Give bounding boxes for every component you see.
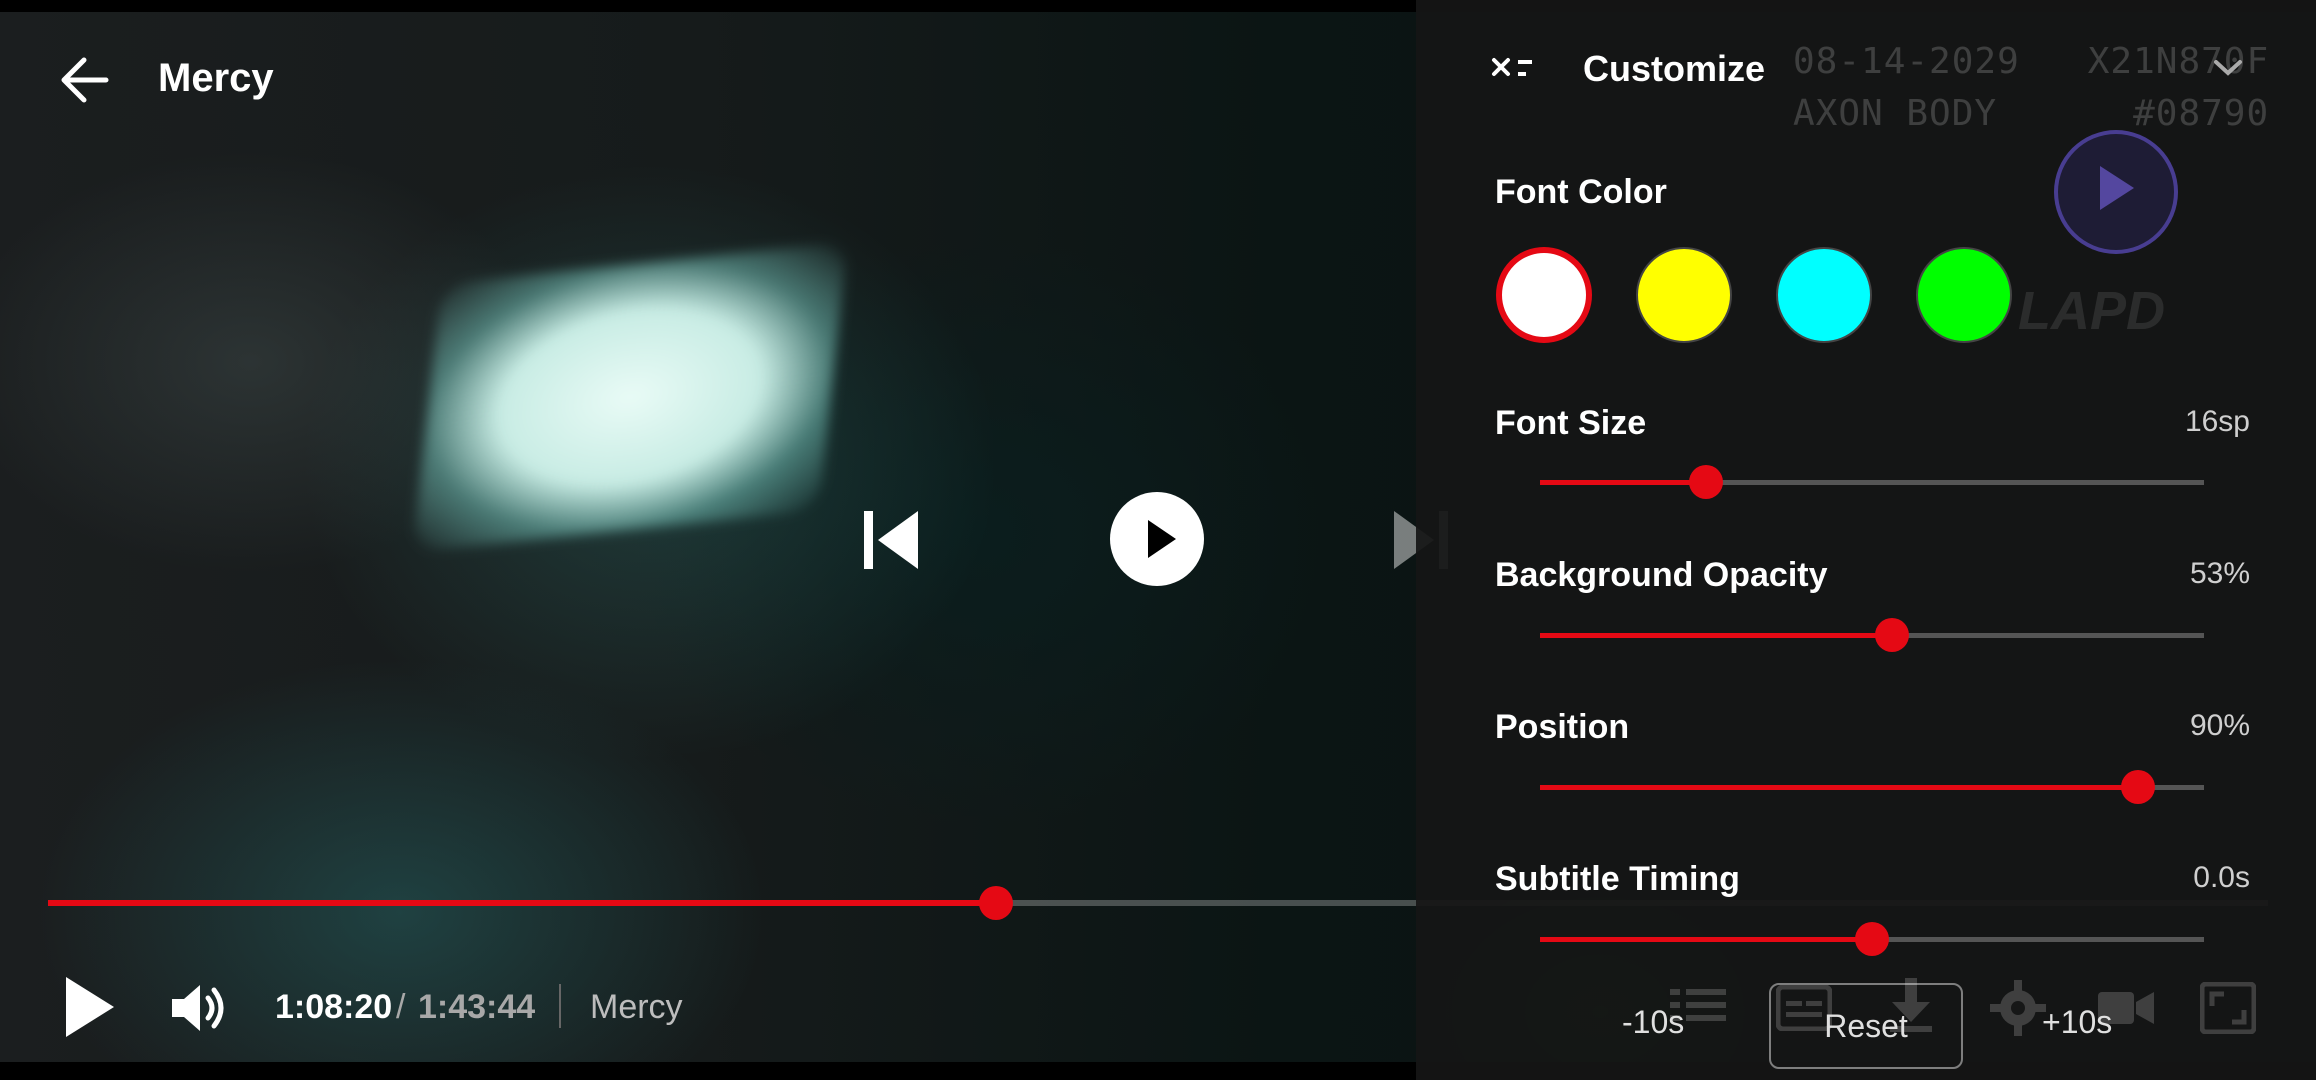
background-opacity-slider[interactable] (1540, 618, 2204, 652)
position-slider[interactable] (1540, 770, 2204, 804)
panel-title: Customize (1583, 48, 1766, 89)
font-color-swatch-white[interactable] (1496, 247, 1592, 343)
chevron-down-icon (2214, 60, 2242, 76)
video-title: Mercy (158, 56, 274, 100)
play-icon (1148, 520, 1176, 558)
close-button[interactable] (1490, 50, 1540, 90)
volume-icon (172, 985, 224, 1031)
subtitle-timing-slider-thumb[interactable] (1855, 922, 1889, 956)
customize-panel (1416, 0, 2316, 1080)
bottom-title: Mercy (590, 988, 683, 1026)
background-opacity-label: Background Opacity (1495, 556, 1828, 594)
app-logo-watermark (2054, 130, 2178, 254)
skip-previous-icon (864, 511, 918, 569)
subtitle-timing-slider-fill (1540, 937, 1872, 942)
video-light-patch (412, 241, 848, 553)
reset-button[interactable]: Reset (1769, 983, 1963, 1069)
position-value: 90% (2189, 709, 2250, 742)
gear-icon (1990, 980, 2046, 1036)
font-color-swatch-green[interactable] (1916, 247, 2012, 343)
font-size-label: Font Size (1495, 404, 1647, 442)
font-size-slider[interactable] (1540, 465, 2204, 499)
plus-10s-button[interactable]: +10s (2042, 1004, 2112, 1041)
bodycam-overlay-text: 08-14-2029 X21N870F AXON BODY #08790 (1793, 41, 2270, 134)
subtitle-timing-value: 0.0s (2193, 861, 2250, 894)
font-color-swatch-cyan[interactable] (1776, 247, 1872, 343)
background-opacity-value: 53% (2189, 557, 2250, 590)
fullscreen-icon (2200, 982, 2256, 1034)
subtitle-timing-slider[interactable] (1540, 922, 2204, 956)
divider (559, 984, 561, 1028)
play-pause-button[interactable] (62, 973, 118, 1041)
time-separator: / (396, 988, 406, 1026)
back-button[interactable] (56, 50, 116, 110)
font-size-slider-thumb[interactable] (1689, 465, 1723, 499)
position-label: Position (1495, 708, 1630, 746)
position-slider-fill (1540, 785, 2138, 790)
total-time: 1:43:44 (418, 988, 536, 1026)
background-opacity-slider-fill (1540, 633, 1892, 638)
font-size-value: 16sp (2184, 405, 2250, 438)
play-button[interactable] (1110, 492, 1204, 586)
volume-button[interactable] (168, 978, 228, 1038)
font-color-label: Font Color (1495, 173, 1667, 211)
background-opacity-slider-thumb[interactable] (1874, 618, 1909, 652)
position-slider-thumb[interactable] (2120, 770, 2155, 804)
close-icon (1492, 58, 1532, 76)
collapse-button[interactable] (2210, 56, 2246, 80)
video-player: Mercy 1:08:20 / 1:43:44 Mercy 08-14-2029… (0, 0, 2316, 1080)
previous-button[interactable] (860, 505, 920, 575)
play-icon (2100, 166, 2134, 210)
current-time: 1:08:20 (275, 988, 393, 1026)
arrow-left-icon (61, 57, 109, 103)
badge-watermark: LAPD (2018, 281, 2165, 341)
subtitle-timing-label: Subtitle Timing (1495, 860, 1740, 898)
seek-bar-fill (48, 900, 996, 906)
font-color-swatch-yellow[interactable] (1636, 247, 1732, 343)
minus-10s-button[interactable]: -10s (1622, 1004, 1684, 1041)
play-icon (66, 977, 114, 1037)
seek-bar-thumb[interactable] (978, 886, 1013, 920)
font-size-slider-fill (1540, 480, 1706, 485)
